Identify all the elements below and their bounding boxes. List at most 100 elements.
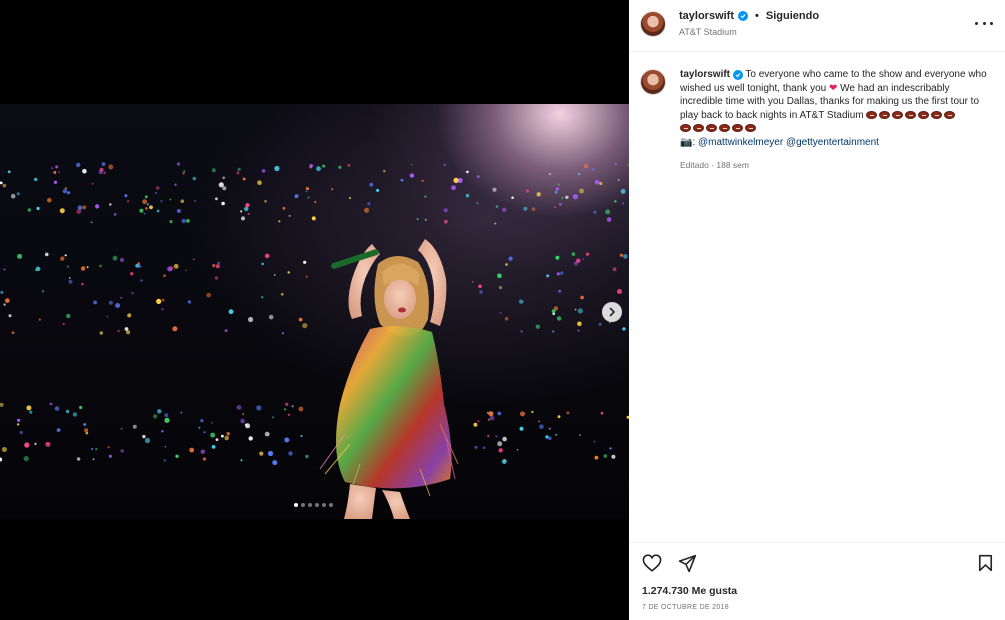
crowd-light <box>331 188 334 191</box>
crowd-light <box>594 179 600 185</box>
username-link[interactable]: taylorswift <box>679 10 734 22</box>
football-emoji-icon <box>732 124 743 132</box>
more-options-icon[interactable] <box>975 16 993 30</box>
crowd-light <box>322 164 326 168</box>
crowd-light <box>609 447 612 450</box>
football-emoji-icon <box>745 124 756 132</box>
bookmark-icon <box>978 554 992 572</box>
save-button[interactable] <box>974 552 996 574</box>
crowd-light <box>291 405 294 408</box>
crowd-light <box>443 163 446 166</box>
crowd-light <box>0 290 4 294</box>
crowd-light <box>305 187 309 191</box>
crowd-light <box>38 318 41 321</box>
crowd-light <box>287 271 290 274</box>
crowd-light <box>261 169 266 173</box>
crowd-light <box>546 274 550 278</box>
crowd-light <box>164 413 169 418</box>
mention-link[interactable]: @mattwinkelmeyer <box>698 137 783 148</box>
crowd-light <box>130 272 134 276</box>
crowd-light <box>538 420 541 423</box>
avatar[interactable] <box>640 69 666 95</box>
crowd-light <box>131 292 134 295</box>
following-button[interactable]: Siguiendo <box>766 10 819 22</box>
crowd-light <box>585 252 590 256</box>
crowd-light <box>98 169 104 175</box>
crowd-light <box>108 300 113 305</box>
crowd-light <box>175 454 179 458</box>
crowd-light <box>86 266 89 269</box>
carousel-dot <box>315 503 319 507</box>
post-date: 7 DE OCTUBRE DE 2018 <box>642 604 729 611</box>
crowd-light <box>552 330 555 333</box>
crowd-light <box>212 263 216 268</box>
like-button[interactable] <box>641 552 663 574</box>
location-link[interactable]: AT&T Stadium <box>679 27 737 37</box>
caption-username[interactable]: taylorswift <box>680 69 730 80</box>
crowd-light <box>555 255 560 260</box>
crowd-light <box>24 442 30 448</box>
likes-count[interactable]: 1.274.730 Me gusta <box>642 585 737 597</box>
post-actions: 1.274.730 Me gusta 7 DE OCTUBRE DE 2018 <box>629 542 1005 620</box>
crowd-light <box>478 284 482 289</box>
football-emoji-icon <box>693 124 704 132</box>
crowd-light <box>285 402 289 406</box>
crowd-light <box>272 460 278 466</box>
crowd-light <box>556 316 562 321</box>
crowd-light <box>302 323 308 329</box>
crowd-light <box>614 200 617 203</box>
crowd-light <box>202 457 207 461</box>
crowd-light <box>215 197 218 201</box>
crowd-light <box>53 171 57 174</box>
crowd-light <box>164 417 170 423</box>
crowd-light <box>200 449 205 454</box>
mention-link[interactable]: @gettyentertainment <box>786 137 879 148</box>
crowd-light <box>598 322 602 326</box>
crowd-light <box>511 196 514 199</box>
post-photo[interactable] <box>0 104 629 519</box>
crowd-light <box>2 183 7 188</box>
crowd-light <box>314 200 317 204</box>
crowd-light <box>487 418 490 421</box>
crowd-light <box>282 206 286 210</box>
crowd-light <box>161 308 164 311</box>
crowd-light <box>66 313 71 319</box>
carousel-next-button[interactable] <box>602 302 622 322</box>
crowd-light <box>76 162 81 168</box>
crowd-light <box>224 435 229 441</box>
crowd-light <box>82 168 87 174</box>
share-button[interactable] <box>676 552 698 574</box>
crowd-light <box>16 423 20 426</box>
crowd-light <box>228 309 234 315</box>
crowd-light <box>139 208 144 213</box>
crowd-light <box>502 436 507 442</box>
crowd-light <box>211 168 216 173</box>
crowd-light <box>240 210 243 213</box>
crowd-light <box>180 199 185 203</box>
crowd-light <box>186 219 190 223</box>
crowd-light <box>284 437 290 443</box>
football-emoji-icon <box>944 110 956 119</box>
crowd-light <box>236 405 242 410</box>
crowd-light <box>172 326 178 332</box>
football-emoji-icon <box>905 110 917 119</box>
crowd-light <box>502 207 507 212</box>
crowd-light <box>242 413 245 415</box>
crowd-light <box>623 254 628 259</box>
football-emoji-icon <box>866 110 878 119</box>
crowd-light <box>579 188 584 194</box>
caption-meta: Editado · 188 sem <box>680 160 749 170</box>
crowd-light <box>127 200 130 203</box>
crowd-light <box>248 436 253 441</box>
crowd-light <box>109 203 112 206</box>
crowd-light <box>364 207 370 213</box>
crowd-light <box>424 195 427 198</box>
crowd-light <box>621 202 625 205</box>
post-header: taylorswift • Siguiendo AT&T Stadium <box>629 0 1005 52</box>
avatar[interactable] <box>640 11 666 37</box>
crowd-light <box>156 298 162 304</box>
crowd-light <box>117 329 120 333</box>
crowd-light <box>65 409 70 414</box>
crowd-light <box>106 315 109 318</box>
crowd-light <box>68 277 71 279</box>
